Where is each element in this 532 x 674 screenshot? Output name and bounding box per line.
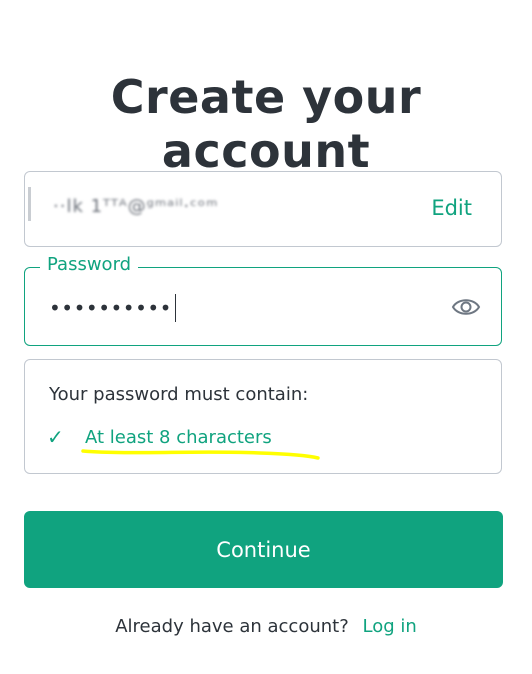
eye-icon[interactable] — [451, 295, 481, 319]
text-caret — [174, 294, 176, 322]
password-field[interactable]: Password •••••••••• — [24, 254, 502, 346]
email-field-accent — [28, 187, 31, 221]
password-label: Password — [40, 254, 139, 275]
requirements-heading: Your password must contain: — [49, 384, 309, 405]
signup-page: Create your account ··lk 1ᵀᵀᴬ@ᵍᵐᵃⁱˡ·ᶜᵒᵐ … — [0, 0, 532, 674]
email-field[interactable]: ··lk 1ᵀᵀᴬ@ᵍᵐᵃⁱˡ·ᶜᵒᵐ Edit — [24, 171, 502, 247]
password-input[interactable]: •••••••••• — [49, 294, 176, 322]
login-prompt: Already have an account? Log in — [0, 616, 532, 637]
email-value: ··lk 1ᵀᵀᴬ@ᵍᵐᵃⁱˡ·ᶜᵒᵐ — [53, 196, 219, 217]
check-icon: ✓ — [47, 425, 64, 449]
edit-email-link[interactable]: Edit — [431, 196, 472, 220]
page-title: Create your account — [110, 70, 422, 178]
password-masked-value: •••••••••• — [49, 296, 172, 320]
login-prompt-text: Already have an account? — [115, 616, 349, 637]
continue-button[interactable]: Continue — [24, 511, 503, 588]
highlight-underline — [81, 449, 320, 460]
login-link[interactable]: Log in — [363, 616, 417, 637]
